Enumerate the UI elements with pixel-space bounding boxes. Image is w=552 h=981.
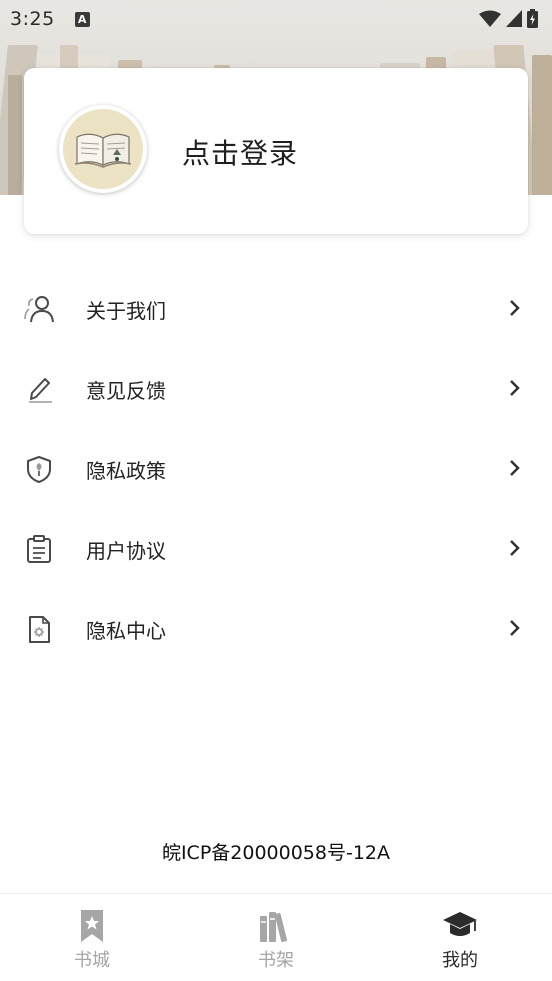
tab-label: 书架 (258, 950, 294, 971)
chevron-right-icon (510, 300, 520, 316)
menu-item-label: 隐私政策 (86, 459, 166, 483)
login-label[interactable]: 点击登录 (182, 132, 298, 172)
chevron-right-icon (510, 380, 520, 396)
bookshelf-icon (260, 912, 288, 943)
chevron-right-icon (510, 540, 520, 556)
pencil-icon (29, 378, 52, 403)
clipboard-icon (27, 535, 51, 563)
menu-item-label: 意见反馈 (86, 379, 166, 403)
wifi-icon (479, 10, 501, 27)
bookmark-icon (81, 910, 103, 942)
chevron-right-icon (510, 460, 520, 476)
menu-item-label: 关于我们 (86, 299, 166, 323)
tab-label: 我的 (442, 950, 478, 971)
status-icons (479, 9, 538, 28)
menu-item-user-agreement[interactable]: 用户协议 (0, 508, 552, 588)
tab-bookstore[interactable]: 书城 (0, 894, 184, 981)
menu-item-feedback[interactable]: 意见反馈 (0, 348, 552, 428)
graduation-cap-icon (443, 912, 477, 936)
battery-icon (527, 9, 538, 28)
menu-item-privacy-policy[interactable]: 隐私政策 (0, 428, 552, 508)
tab-label: 书城 (74, 950, 110, 971)
menu-item-privacy-center[interactable]: 隐私中心 (0, 588, 552, 668)
status-time: 3:25 (10, 8, 55, 30)
settings-menu: 关于我们 意见反馈 隐私政策 用户协议 隐私中心 (0, 268, 552, 668)
a-letter-icon: A (74, 11, 90, 27)
icp-license-text: 皖ICP备20000058号-12A (161, 842, 391, 864)
tab-bookshelf[interactable]: 书架 (184, 894, 368, 981)
menu-item-label: 用户协议 (86, 539, 166, 563)
login-card[interactable]: 点击登录 (24, 68, 528, 234)
bottom-tab-bar: 书城 书架 我的 (0, 893, 552, 981)
avatar[interactable] (59, 105, 147, 193)
menu-item-label: 隐私中心 (86, 619, 166, 643)
cellular-signal-icon (506, 10, 522, 27)
shield-icon (27, 456, 51, 483)
chevron-right-icon (510, 620, 520, 636)
menu-item-about-us[interactable]: 关于我们 (0, 268, 552, 348)
open-book-icon (74, 133, 132, 168)
status-bar: 3:25 A (0, 0, 552, 38)
tab-profile[interactable]: 我的 (368, 894, 552, 981)
gear-document-icon (29, 616, 50, 643)
users-icon (24, 296, 54, 323)
